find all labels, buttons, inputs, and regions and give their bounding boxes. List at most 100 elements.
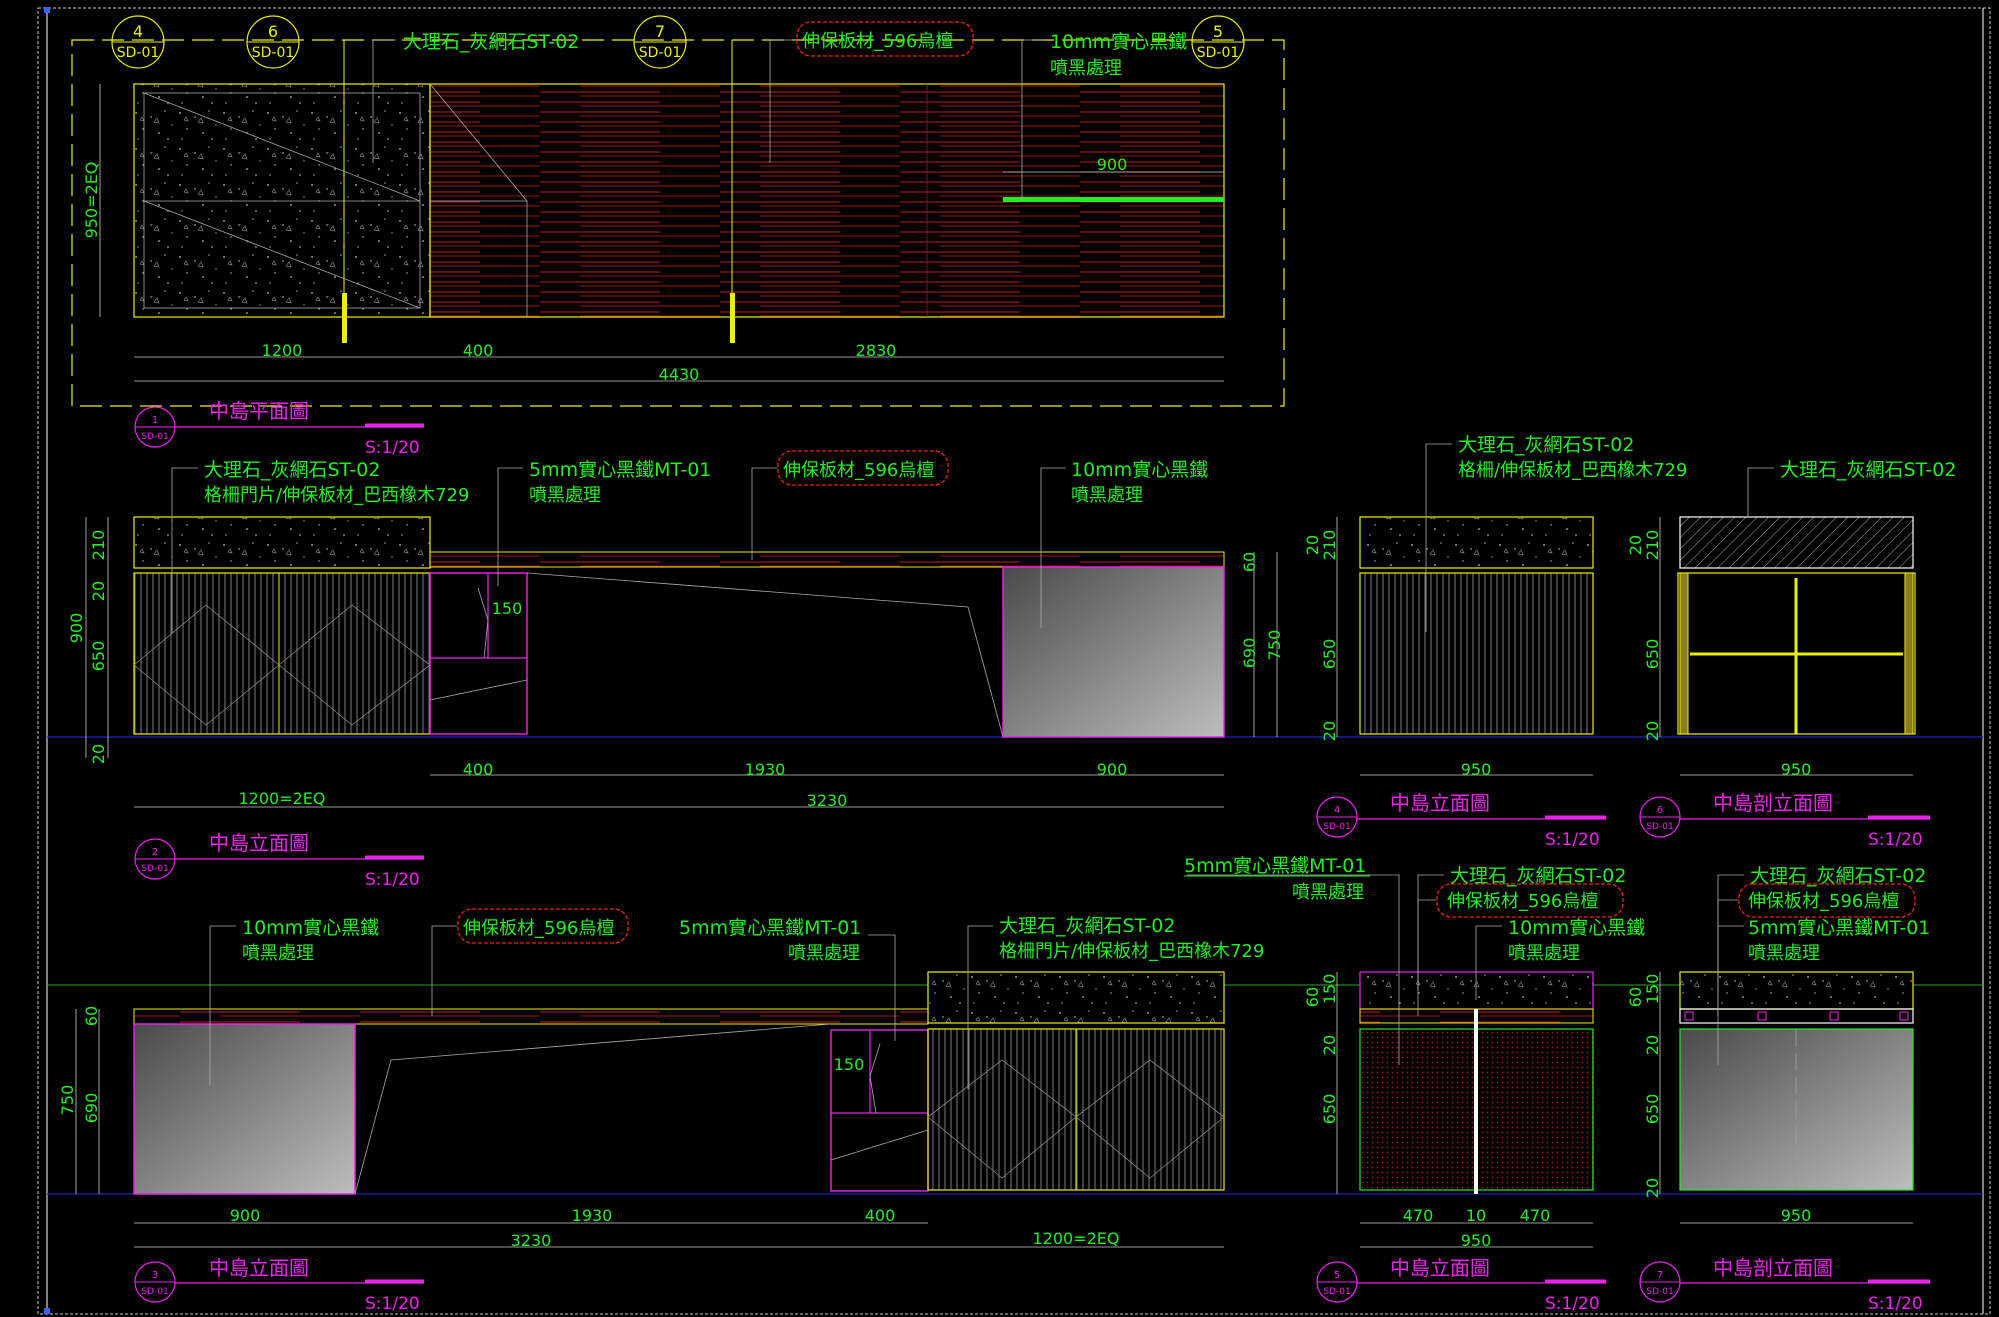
e2-iron-shelf — [429, 572, 528, 735]
e2-title: 中島立面圖 — [209, 831, 309, 855]
section-cut-7 — [730, 293, 735, 343]
s6-tag-number: 6 — [1657, 805, 1663, 816]
e4-dim-950: 950 — [1461, 760, 1492, 779]
s7-dim-20b: 20 — [1643, 1178, 1662, 1198]
e2-dim-150: 150 — [492, 599, 523, 618]
callout-4-sheet: SD-01 — [117, 45, 160, 61]
e3-label-marble: 大理石_灰網石ST-02 — [999, 915, 1175, 937]
e3-dim-400: 400 — [865, 1206, 896, 1225]
e3-marble-top — [927, 971, 1225, 1024]
e5-tag-number: 5 — [1334, 1270, 1340, 1281]
s6-dim-950: 950 — [1781, 760, 1812, 779]
section-cut-6 — [342, 293, 347, 343]
e4-dim-20b: 20 — [1320, 721, 1339, 741]
plan-dim-2830: 2830 — [856, 341, 897, 360]
section-7[interactable]: 大理石_灰網石ST-02 伸保板材_596烏檀 5mm實心黑鐵MT-01 噴黑處… — [1626, 865, 1930, 1314]
e4-marble-top — [1359, 516, 1594, 569]
elevation-3[interactable]: 150 10mm實心黑鐵 噴黑處理 伸保板材_596烏檀 5mm實心黑鐵MT-0… — [58, 908, 1264, 1314]
e3-iron-leg-panel — [133, 1023, 356, 1195]
e2-wood-top — [429, 551, 1225, 568]
e2-dim-650: 650 — [89, 641, 108, 672]
callout-7-sheet: SD-01 — [639, 45, 682, 61]
e2-dim-3230: 3230 — [807, 791, 848, 810]
e2-dim-20b: 20 — [89, 744, 108, 764]
e4-label-grille: 格柵/伸保板材_巴西橡木729 — [1458, 460, 1687, 481]
e5-scale: S:1/20 — [1545, 1294, 1600, 1314]
e4-dim-210: 210 — [1320, 530, 1339, 561]
callout-7[interactable]: 7 SD-01 — [633, 15, 687, 69]
s7-label-board: 伸保板材_596烏檀 — [1748, 891, 1899, 912]
e5-dim-470a: 470 — [1403, 1206, 1434, 1225]
e5-iron-divider — [1474, 1009, 1478, 1194]
s7-dim-950: 950 — [1781, 1206, 1812, 1225]
e2-label-iron10-1: 10mm實心黑鐵 — [1071, 459, 1208, 481]
e2-dim-750: 750 — [1265, 630, 1284, 661]
e3-dim-750: 750 — [58, 1085, 77, 1116]
plan-label-board: 伸保板材_596烏檀 — [802, 31, 953, 52]
e2-tag-number: 2 — [152, 847, 158, 858]
plan-tag-sheet: SD-01 — [141, 432, 168, 442]
plan-label-marble: 大理石_灰網石ST-02 — [403, 31, 579, 53]
elevation-2[interactable]: 150 大理石_灰網石ST-02 格柵門片/伸保板材_巴西橡木729 5mm實心… — [67, 450, 1284, 890]
callout-5[interactable]: 5 SD-01 — [1191, 15, 1245, 69]
e3-scale: S:1/20 — [365, 1294, 420, 1314]
plan-dim-400: 400 — [463, 341, 494, 360]
e2-iron-leg-outline — [526, 572, 1004, 738]
e5-dim-650: 650 — [1320, 1094, 1339, 1125]
e3-label-grille: 格柵門片/伸保板材_巴西橡木729 — [999, 941, 1264, 962]
e2-dim-900b: 900 — [1097, 760, 1128, 779]
e2-dim-1200eq: 1200=2EQ — [238, 789, 325, 808]
plan-tag-number: 1 — [152, 415, 158, 426]
s7-scale: S:1/20 — [1868, 1294, 1923, 1314]
e2-dim-20a: 20 — [89, 581, 108, 601]
callout-5-number: 5 — [1213, 22, 1223, 41]
e5-label-iron10-2: 噴黑處理 — [1508, 943, 1580, 964]
e2-label-grille: 格柵門片/伸保板材_巴西橡木729 — [204, 485, 469, 506]
e3-label-iron10-1: 10mm實心黑鐵 — [242, 917, 379, 939]
e4-tag-number: 4 — [1334, 805, 1340, 816]
s7-dim-150: 150 — [1643, 974, 1662, 1005]
s6-label-marble: 大理石_灰網石ST-02 — [1780, 459, 1956, 481]
plan-dim-4430: 4430 — [659, 365, 700, 384]
s7-dim-650: 650 — [1643, 1094, 1662, 1125]
e5-label-board: 伸保板材_596烏檀 — [1447, 891, 1598, 912]
e3-dim-690: 690 — [82, 1093, 101, 1124]
grip-handle-top-left[interactable] — [44, 7, 50, 13]
s7-tag-number: 7 — [1657, 1270, 1663, 1281]
plan-marble-top — [133, 83, 431, 318]
e5-title: 中島立面圖 — [1390, 1256, 1490, 1280]
callout-6[interactable]: 6 SD-01 — [246, 15, 300, 69]
e5-dim-150: 150 — [1320, 974, 1339, 1005]
plan-title: 中島平面圖 — [209, 399, 309, 423]
e5-dim-470b: 470 — [1520, 1206, 1551, 1225]
e2-dim-210: 210 — [89, 530, 108, 561]
s7-board-section — [1679, 1008, 1914, 1024]
s7-dim-20a: 20 — [1643, 1035, 1662, 1055]
e3-label-iron5-2: 噴黑處理 — [788, 943, 860, 964]
elevation-4[interactable]: 大理石_灰網石ST-02 格柵/伸保板材_巴西橡木729 20 210 650 … — [1303, 434, 1687, 850]
grip-handle-bottom-left[interactable] — [44, 1308, 50, 1314]
callout-7-number: 7 — [655, 22, 665, 41]
e4-scale: S:1/20 — [1545, 830, 1600, 850]
section-6[interactable]: 大理石_灰網石ST-02 20 210 650 20 950 6 SD-01 中… — [1626, 459, 1956, 850]
e5-label-iron10-1: 10mm實心黑鐵 — [1508, 917, 1645, 939]
callout-4[interactable]: 4 SD-01 — [111, 15, 165, 69]
e2-label-iron10-2: 噴黑處理 — [1071, 485, 1143, 506]
s6-dim-210: 210 — [1643, 530, 1662, 561]
e5-marble-top — [1359, 971, 1594, 1010]
plan-view[interactable]: 4 SD-01 6 SD-01 7 SD-01 5 SD-01 大理石_灰網石S… — [71, 15, 1285, 458]
e4-grille — [1359, 572, 1594, 735]
s6-dim-20b: 20 — [1643, 721, 1662, 741]
s6-scale: S:1/20 — [1868, 830, 1923, 850]
e3-iron-leg-outline — [354, 1023, 832, 1195]
e5-dim-950: 950 — [1461, 1231, 1492, 1250]
callout-4-number: 4 — [133, 22, 143, 41]
e2-dim-690: 690 — [1240, 638, 1259, 669]
elevation-5[interactable]: 5mm實心黑鐵MT-01 噴黑處理 大理石_灰網石ST-02 伸保板材_596烏… — [1184, 855, 1645, 1314]
e2-dim-60: 60 — [1240, 552, 1259, 572]
e5-label-iron5-2: 噴黑處理 — [1292, 882, 1364, 903]
s7-tag-sheet: SD-01 — [1646, 1287, 1673, 1297]
s6-tag-sheet: SD-01 — [1646, 822, 1673, 832]
e5-label-iron5-1: 5mm實心黑鐵MT-01 — [1184, 855, 1366, 877]
cad-drawing-canvas[interactable]: 4 SD-01 6 SD-01 7 SD-01 5 SD-01 大理石_灰網石S… — [0, 0, 1999, 1317]
